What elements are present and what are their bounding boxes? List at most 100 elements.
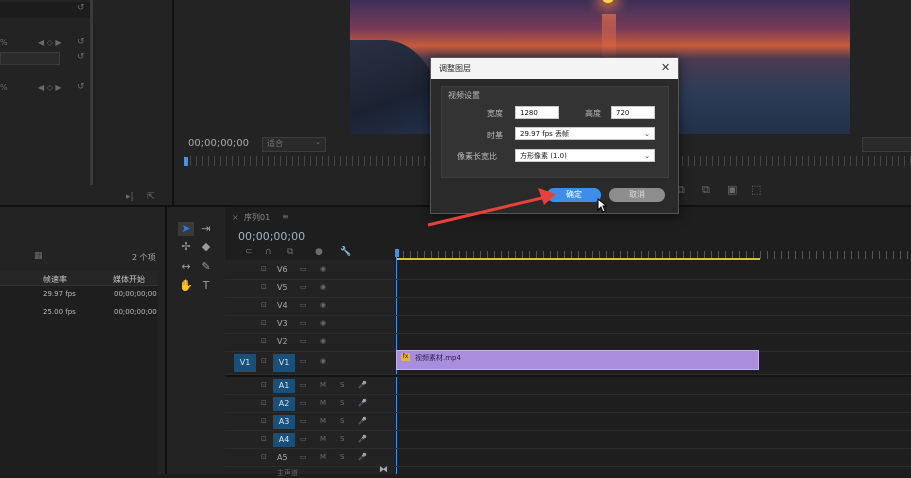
monitor-playhead[interactable]: [184, 157, 188, 166]
camera-icon[interactable]: ▣: [727, 183, 737, 196]
mic-icon[interactable]: 🎤: [358, 453, 367, 461]
eye-icon[interactable]: ◉: [320, 301, 326, 309]
solo-icon[interactable]: S: [340, 399, 344, 407]
effect-value[interactable]: %: [0, 38, 8, 47]
eye-icon[interactable]: ◉: [320, 283, 326, 291]
compare-icon[interactable]: ⧉: [702, 183, 710, 197]
track-target-a3[interactable]: A3: [273, 415, 295, 429]
track-target-a1[interactable]: A1: [273, 379, 295, 393]
nest-icon[interactable]: ⊂: [245, 247, 253, 257]
ripple-edit-icon[interactable]: ✢: [178, 240, 194, 254]
sync-icon[interactable]: ▭: [300, 453, 307, 461]
sync-icon[interactable]: ▭: [300, 301, 307, 309]
lock-icon[interactable]: ⊡: [261, 301, 267, 309]
sync-icon[interactable]: ▭: [300, 283, 307, 291]
mute-icon[interactable]: M: [320, 417, 326, 425]
track-target-a4[interactable]: A4: [273, 433, 295, 447]
mic-icon[interactable]: 🎤: [358, 381, 367, 389]
export-icon[interactable]: ⇱: [147, 192, 155, 202]
mic-icon[interactable]: 🎤: [358, 399, 367, 407]
reset-icon[interactable]: ↺: [77, 82, 85, 92]
lock-icon[interactable]: ⊡: [261, 283, 267, 291]
timeline-panel: × 序列01 ≡ 00;00;00;00 ⊂ ∩ ⧉ ● 🔧 ⊡ V6 ▭ ◉ …: [225, 207, 911, 477]
selection-tool-icon[interactable]: ➤: [178, 222, 194, 236]
slip-icon[interactable]: ↔: [178, 260, 194, 274]
eye-icon[interactable]: ◉: [320, 357, 326, 365]
close-icon[interactable]: ✕: [661, 61, 670, 74]
sync-icon[interactable]: ▭: [300, 381, 307, 389]
menu-icon[interactable]: ≡: [282, 212, 289, 221]
lock-icon[interactable]: ⊡: [261, 381, 267, 389]
eye-icon[interactable]: ◉: [320, 265, 326, 273]
sync-icon[interactable]: ▭: [300, 417, 307, 425]
lock-icon[interactable]: ⊡: [261, 337, 267, 345]
panel-scrollbar[interactable]: [90, 0, 93, 185]
track-target-v1[interactable]: V1: [273, 354, 295, 372]
razor-icon[interactable]: ◆: [198, 240, 214, 254]
source-patch-v1[interactable]: V1: [234, 354, 256, 372]
reset-icon[interactable]: ↺: [77, 52, 85, 62]
column-media-start[interactable]: 媒体开始: [113, 274, 145, 285]
sync-icon[interactable]: ▭: [300, 399, 307, 407]
reset-icon[interactable]: ↺: [77, 3, 85, 13]
fit-dropdown[interactable]: 适合 ⌄: [262, 137, 326, 152]
solo-icon[interactable]: S: [340, 417, 344, 425]
sync-icon[interactable]: ▭: [300, 319, 307, 327]
lock-icon[interactable]: ⊡: [261, 357, 267, 365]
bin-icon[interactable]: ▦: [34, 251, 43, 261]
resolution-dropdown[interactable]: [862, 137, 911, 152]
hand-icon[interactable]: ✋: [178, 279, 194, 293]
keyframe-nav-icon[interactable]: ◀ ◇ ▶: [38, 38, 62, 47]
table-row[interactable]: 29.97 fps 00;00;00;00: [0, 286, 158, 302]
pen-icon[interactable]: ✎: [198, 260, 214, 274]
sync-icon[interactable]: ▭: [300, 435, 307, 443]
mute-icon[interactable]: M: [320, 399, 326, 407]
snap-icon[interactable]: ∩: [265, 247, 272, 257]
mute-icon[interactable]: M: [320, 381, 326, 389]
lock-icon[interactable]: ⊡: [261, 265, 267, 273]
lock-icon[interactable]: ⊡: [261, 435, 267, 443]
timeline-playhead[interactable]: [395, 249, 399, 257]
solo-icon[interactable]: S: [340, 453, 344, 461]
mic-icon[interactable]: 🎤: [358, 435, 367, 443]
reset-icon[interactable]: ↺: [77, 37, 85, 47]
solo-icon[interactable]: S: [340, 381, 344, 389]
lock-icon[interactable]: ⊡: [261, 453, 267, 461]
cancel-button[interactable]: 取消: [609, 188, 665, 202]
solo-icon[interactable]: S: [340, 435, 344, 443]
marker-icon[interactable]: ●: [315, 247, 323, 257]
wrench-icon[interactable]: 🔧: [340, 247, 351, 257]
sync-icon[interactable]: ▭: [300, 357, 307, 365]
track-target-a2[interactable]: A2: [273, 397, 295, 411]
height-field[interactable]: 720: [611, 106, 655, 119]
sync-icon[interactable]: ▭: [300, 265, 307, 273]
mute-icon[interactable]: M: [320, 453, 326, 461]
mic-icon[interactable]: 🎤: [358, 417, 367, 425]
timebase-select[interactable]: 29.97 fps 丢帧 ⌄: [515, 127, 655, 140]
keyframe-nav-icon[interactable]: ◀ ◇ ▶: [38, 83, 62, 92]
playhead-timecode[interactable]: 00;00;00;00: [188, 138, 249, 149]
lock-icon[interactable]: ⊡: [261, 399, 267, 407]
par-select[interactable]: 方形像素 (1.0) ⌄: [515, 149, 655, 162]
close-icon[interactable]: ×: [232, 213, 239, 222]
eye-icon[interactable]: ◉: [320, 319, 326, 327]
video-clip[interactable]: fx 视频素材.mp4: [396, 350, 759, 370]
lock-icon[interactable]: ⊡: [261, 417, 267, 425]
mute-icon[interactable]: M: [320, 435, 326, 443]
column-frame-rate[interactable]: 帧速率: [43, 274, 67, 285]
timeline-timecode[interactable]: 00;00;00;00: [238, 230, 305, 243]
play-only-icon[interactable]: ▸|: [126, 192, 134, 202]
sequence-tab[interactable]: 序列01: [244, 212, 270, 223]
type-tool-icon[interactable]: T: [198, 279, 214, 293]
eye-icon[interactable]: ◉: [320, 337, 326, 345]
width-field[interactable]: 1280: [515, 106, 559, 119]
work-area-bar[interactable]: [396, 258, 760, 260]
sync-icon[interactable]: ▭: [300, 337, 307, 345]
lock-icon[interactable]: ⊡: [261, 319, 267, 327]
effect-value[interactable]: %: [0, 83, 8, 92]
track-select-icon[interactable]: ⇥: [198, 222, 214, 236]
effect-dropdown[interactable]: [0, 52, 60, 65]
settings-icon[interactable]: ⬚: [751, 183, 761, 196]
table-row[interactable]: 25.00 fps 00;00;00;00: [0, 304, 158, 320]
linked-icon[interactable]: ⧉: [287, 247, 293, 257]
